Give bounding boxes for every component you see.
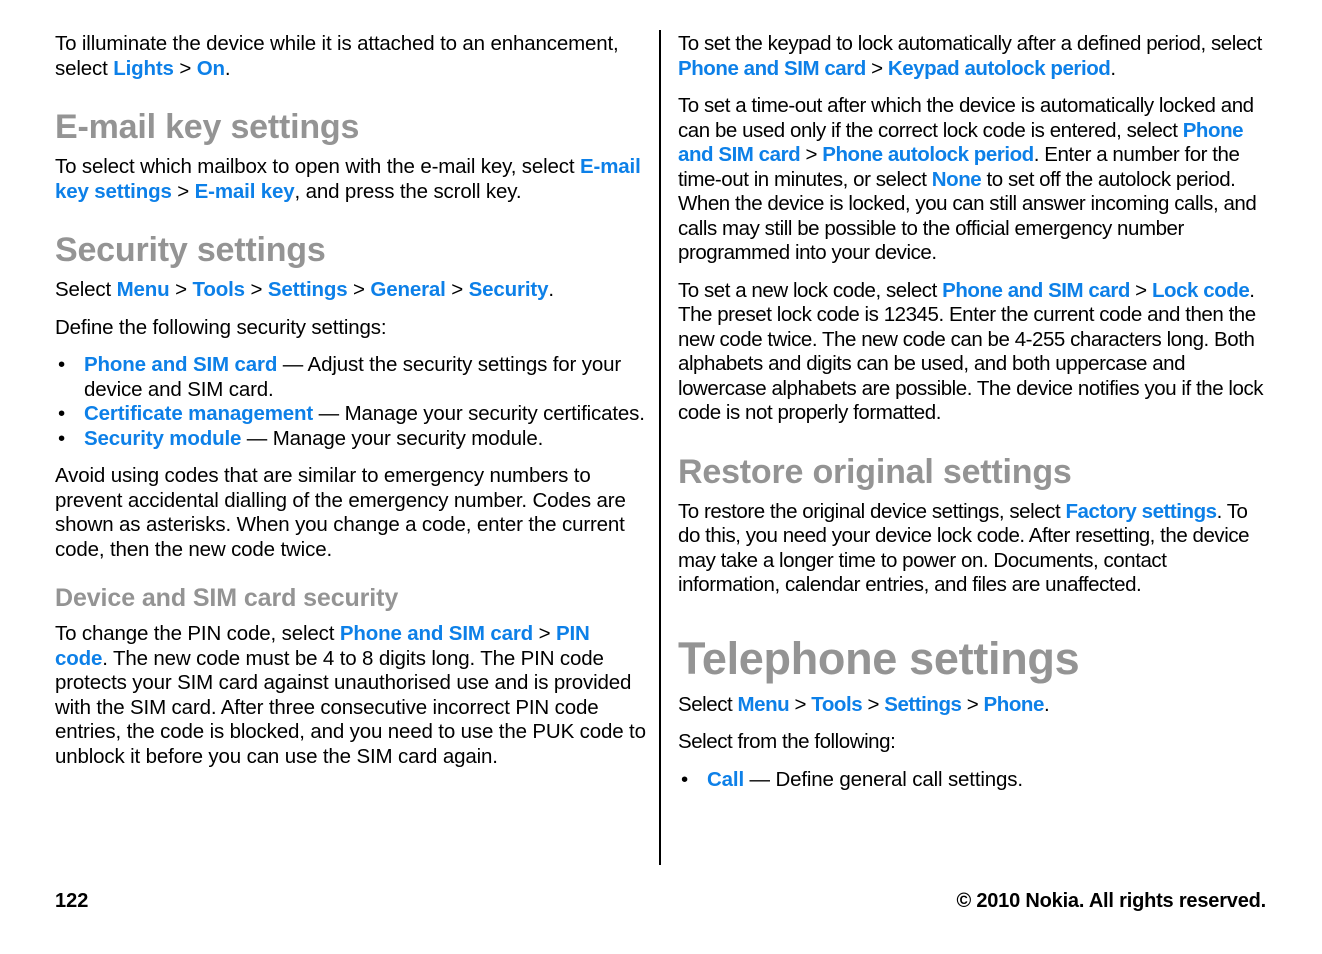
select-following-line: Select from the following: [678,730,896,753]
telephone-settings-list: • Call — Define general call settings. [678,768,1270,793]
telephone-settings-heading: Telephone settings [678,632,1080,684]
tools-link[interactable]: Tools [811,693,862,716]
page-footer: 122 © 2010 Nokia. All rights reserved. [55,889,1266,915]
email-key-paragraph: To select which mailbox to open with the… [55,155,647,204]
security-select-path: Select Menu > Tools > Settings > General… [55,278,647,303]
email-text-part2: , and press the scroll key. [294,179,522,203]
lockcode-text-part1: To set a new lock code, select [678,278,943,302]
bullet-icon: • [681,767,689,791]
pin-text-part2: . The new code must be 4 to 8 digits lon… [55,646,646,768]
tools-link[interactable]: Tools [192,278,245,301]
bullet-dash: — [744,767,776,791]
list-item: • Security module — Manage your security … [55,427,647,452]
email-key-settings-heading: E-mail key settings [55,108,360,146]
phone-sim-card-link[interactable]: Phone and SIM card [942,279,1130,302]
device-sim-security-heading: Device and SIM card security [55,584,399,612]
separator-glyph: > [250,278,263,301]
select-prefix: Select [678,692,738,716]
keypad-autolock-paragraph: To set the keypad to lock automatically … [678,32,1270,81]
separator-glyph: > [966,692,979,716]
illuminate-paragraph: To illuminate the device while it is att… [55,32,647,81]
timeout-text-part1: To set a time-out after which the device… [678,94,1254,142]
phone-autolock-paragraph: To set a time-out after which the device… [678,94,1270,266]
bullet-dash: — [277,353,308,376]
separator-glyph: > [353,278,365,301]
keypad-text-part2: . [1110,56,1116,80]
separator-glyph: > [871,56,883,80]
keypad-autolock-period-link[interactable]: Keypad autolock period [888,57,1111,80]
list-item: • Certificate management — Manage your se… [55,402,647,427]
security-settings-heading: Security settings [55,231,326,269]
bullet-desc: Manage your security module. [272,426,544,450]
security-link[interactable]: Security [469,278,549,301]
settings-link[interactable]: Settings [884,693,962,716]
certificate-management-link[interactable]: Certificate management [84,402,313,425]
factory-settings-link[interactable]: Factory settings [1065,500,1217,523]
select-suffix: . [1043,692,1050,716]
separator-glyph: > [794,692,807,716]
list-item: • Phone and SIM card — Adjust the securit… [55,353,647,402]
manual-page: To illuminate the device while it is att… [0,0,1322,954]
general-link[interactable]: General [370,278,445,301]
bullet-icon: • [58,402,66,425]
call-link[interactable]: Call [707,768,744,791]
restore-paragraph: To restore the original device settings,… [678,500,1270,598]
email-key-link[interactable]: E-mail key [195,180,295,203]
left-column: To illuminate the device while it is att… [55,32,647,769]
separator-glyph: > [538,622,551,645]
none-link[interactable]: None [932,168,982,191]
copyright-notice: © 2010 Nokia. All rights reserved. [956,890,1266,912]
avoid-codes-paragraph: Avoid using codes that are similar to em… [55,464,626,561]
bullet-icon: • [58,353,66,376]
separator-glyph: > [805,143,817,166]
select-prefix: Select [55,278,117,301]
menu-link[interactable]: Menu [117,278,170,301]
pin-code-paragraph: To change the PIN code, select Phone and… [55,622,647,769]
separator-glyph: > [179,56,192,80]
page-number: 122 [55,890,89,912]
restore-text-part1: To restore the original device settings,… [678,499,1066,523]
keypad-text-part1: To set the keypad to lock automatically … [678,32,1262,55]
on-link[interactable]: On [197,57,225,80]
phone-sim-card-link[interactable]: Phone and SIM card [678,57,866,80]
settings-link[interactable]: Settings [268,278,348,301]
phone-link[interactable]: Phone [984,693,1045,716]
phone-sim-card-link[interactable]: Phone and SIM card [340,622,533,645]
phone-sim-card-link[interactable]: Phone and SIM card [84,353,277,376]
bullet-desc: Manage your security certificates. [344,402,645,425]
security-settings-list: • Phone and SIM card — Adjust the securit… [55,353,647,451]
phone-autolock-period-link[interactable]: Phone autolock period [822,143,1034,166]
bullet-icon: • [58,426,66,450]
telephone-select-path: Select Menu > Tools > Settings > Phone. [678,693,1270,718]
define-settings-line: Define the following security settings: [55,315,387,339]
separator-glyph: > [177,179,190,203]
right-column: To set the keypad to lock automatically … [678,32,1270,792]
email-text-part1: To select which mailbox to open with the… [55,155,581,178]
separator-glyph: > [1135,278,1147,302]
security-module-link[interactable]: Security module [84,427,241,450]
lock-code-paragraph: To set a new lock code, select Phone and… [678,279,1270,426]
separator-glyph: > [867,692,879,716]
pin-text-part1: To change the PIN code, select [55,622,340,645]
separator-glyph: > [175,278,187,301]
separator-glyph: > [451,278,464,301]
illuminate-text-part2: . [224,56,231,80]
lock-code-link[interactable]: Lock code [1152,279,1250,302]
list-item: • Call — Define general call settings. [678,768,1270,793]
restore-original-settings-heading: Restore original settings [678,452,1072,491]
bullet-desc: Define general call settings. [775,767,1023,791]
bullet-dash: — [313,402,345,425]
menu-link[interactable]: Menu [738,693,790,716]
select-suffix: . [548,278,554,301]
lights-link[interactable]: Lights [113,57,174,80]
bullet-dash: — [241,426,273,450]
column-divider [659,30,661,865]
